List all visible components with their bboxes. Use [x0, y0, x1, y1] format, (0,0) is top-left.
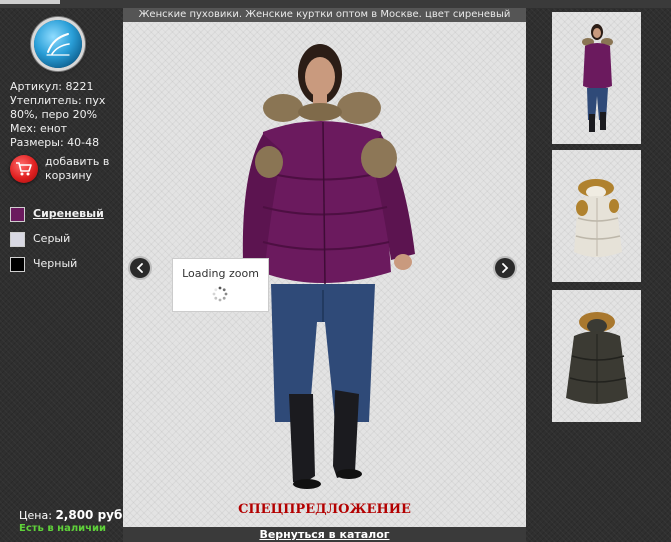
spinner-icon: [212, 286, 228, 302]
next-image-button[interactable]: [495, 258, 515, 278]
thumbnail-image: [574, 179, 622, 257]
cart-icon[interactable]: [10, 155, 38, 183]
page-title: Женские пуховики. Женские куртки оптом в…: [123, 8, 526, 22]
article-number: Артикул: 8221: [10, 80, 94, 93]
top-strip: [0, 0, 671, 8]
special-offer-label: СПЕЦПРЕДЛОЖЕНИЕ: [238, 502, 411, 517]
chevron-left-icon: [136, 263, 143, 273]
price-value: 2,800 руб.: [55, 508, 127, 522]
color-label[interactable]: Черный: [33, 257, 77, 271]
insulation-info: Утеплитель: пух 80%, перо 20%: [10, 94, 106, 121]
add-to-cart-button[interactable]: добавить в корзину: [10, 155, 120, 187]
back-to-catalog-link[interactable]: Вернуться в каталог: [123, 527, 526, 542]
fur-info: Мех: енот: [10, 122, 68, 135]
stock-status: Есть в наличии: [19, 523, 107, 534]
price-label: Цена:: [19, 509, 52, 522]
thumbnail-lilac[interactable]: [552, 12, 641, 144]
color-option-gray[interactable]: Серый: [10, 232, 120, 257]
thumbnail-image: [582, 24, 613, 132]
product-viewer: Женские пуховики. Женские куртки оптом в…: [123, 8, 526, 542]
chevron-right-icon: [502, 263, 509, 273]
color-option-black[interactable]: Черный: [10, 257, 120, 282]
color-swatch[interactable]: [10, 257, 25, 272]
loading-zoom-text: Loading zoom: [182, 267, 259, 280]
site-logo-icon[interactable]: [34, 20, 82, 68]
loading-zoom-box: Loading zoom: [172, 258, 269, 312]
color-swatch[interactable]: [10, 232, 25, 247]
color-label[interactable]: Сиреневый: [33, 207, 104, 221]
sizes-info: Размеры: 40-48: [10, 136, 100, 149]
color-options: Сиреневый Серый Черный: [10, 207, 120, 282]
add-to-cart-label[interactable]: добавить в корзину: [45, 155, 125, 183]
color-swatch[interactable]: [10, 207, 25, 222]
price: Цена: 2,800 руб.: [19, 508, 127, 522]
thumbnail-image: [566, 312, 628, 404]
product-info: Артикул: 8221 Утеплитель: пух 80%, перо …: [10, 80, 110, 150]
color-label[interactable]: Серый: [33, 232, 70, 246]
color-option-lilac[interactable]: Сиреневый: [10, 207, 120, 232]
thumbnail-black[interactable]: [552, 290, 641, 422]
prev-image-button[interactable]: [130, 258, 150, 278]
thumbnail-gray[interactable]: [552, 150, 641, 282]
